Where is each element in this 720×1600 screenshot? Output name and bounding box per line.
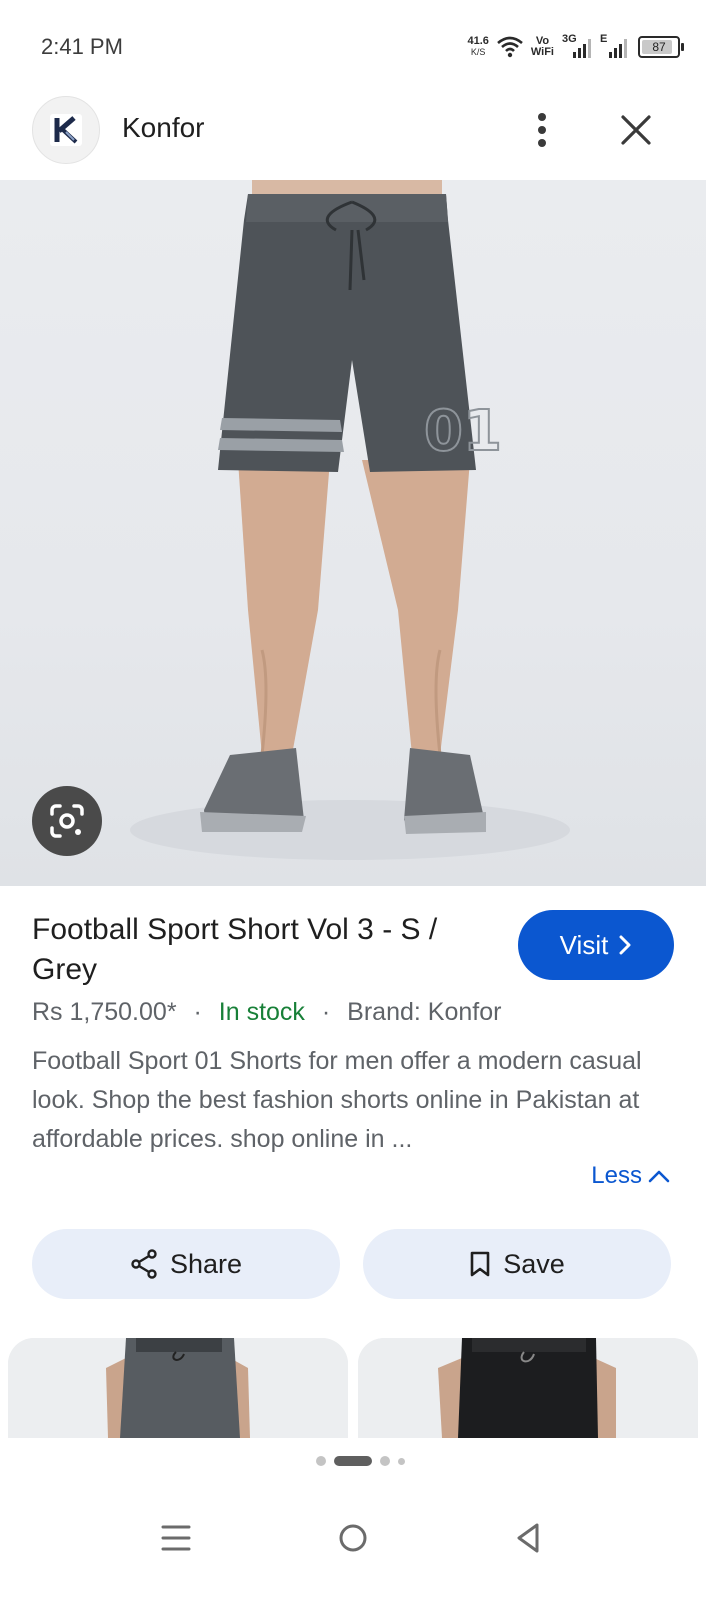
chevron-right-icon — [619, 935, 631, 955]
product-photo: 01 — [130, 180, 570, 860]
less-toggle[interactable]: Less — [591, 1162, 670, 1190]
product-title: Football Sport Short Vol 3 - S / Grey — [32, 913, 438, 986]
close-icon — [621, 115, 651, 145]
product-meta: Rs 1,750.00* · In stock · Brand: Konfor — [32, 998, 501, 1027]
chevron-up-icon — [648, 1170, 670, 1183]
back-button[interactable] — [498, 1508, 558, 1568]
visit-button[interactable]: Visit — [518, 910, 674, 980]
google-lens-button[interactable] — [32, 786, 102, 856]
related-image-black-shorts[interactable] — [358, 1338, 698, 1438]
related-image-grey-shorts[interactable] — [8, 1338, 348, 1438]
share-icon — [131, 1249, 157, 1279]
signal-bars-icon — [609, 39, 627, 58]
home-button[interactable] — [323, 1508, 383, 1568]
status-bar: 2:41 PM 41.6 K/S Vo WiFi 3G E 87 — [0, 0, 720, 92]
thumb-photo-grey — [8, 1338, 348, 1438]
visit-label: Visit — [559, 929, 609, 960]
network-speed-unit: K/S — [470, 47, 486, 57]
share-label: Share — [169, 1248, 243, 1279]
site-name[interactable]: Konfor — [122, 112, 205, 144]
page-dot-active — [333, 1456, 372, 1466]
save-button[interactable]: Save — [363, 1229, 671, 1299]
navigation-bar — [0, 1490, 720, 1600]
network-speed-value: 41.6 — [467, 35, 489, 47]
konfor-logo-icon[interactable] — [32, 96, 100, 164]
product-price: Rs 1,750.00* — [32, 998, 177, 1026]
bookmark-icon — [470, 1251, 490, 1277]
signal-bars-icon — [573, 39, 591, 58]
page-dot — [379, 1456, 390, 1466]
battery-percent: 87 — [652, 40, 666, 54]
meta-separator: · — [193, 998, 202, 1026]
status-icons: 41.6 K/S Vo WiFi 3G E 87 — [467, 30, 684, 64]
more-options-button[interactable] — [520, 106, 564, 154]
vowifi-indicator: Vo WiFi — [531, 36, 554, 58]
product-image[interactable]: 01 — [0, 180, 706, 886]
wifi-icon — [497, 36, 523, 58]
save-label: Save — [503, 1248, 565, 1279]
page-dot — [397, 1457, 405, 1465]
status-time: 2:41 PM — [41, 34, 123, 59]
back-icon — [517, 1523, 539, 1553]
product-brand: Brand: Konfor — [347, 998, 502, 1026]
more-vert-icon — [538, 113, 546, 147]
signal-type-e: E — [600, 33, 608, 45]
signal-icon: 3G — [562, 34, 592, 60]
page-indicator — [0, 1456, 720, 1466]
thumb-photo-black — [358, 1338, 698, 1438]
less-label: Less — [591, 1162, 642, 1189]
home-icon — [339, 1524, 367, 1552]
close-button[interactable] — [612, 106, 660, 154]
preview-header: Konfor — [0, 92, 720, 180]
meta-separator: · — [321, 998, 331, 1026]
battery-icon: 87 — [638, 36, 684, 58]
google-lens-icon — [50, 804, 84, 838]
stock-status: In stock — [218, 998, 305, 1026]
recent-apps-button[interactable] — [146, 1508, 206, 1568]
konfor-logo-mark — [50, 114, 82, 146]
vowifi-bottom: WiFi — [530, 46, 554, 58]
page-dot — [315, 1456, 326, 1466]
network-speed: 41.6 K/S — [467, 36, 488, 58]
jersey-number: 01 — [424, 399, 502, 464]
share-button[interactable]: Share — [32, 1229, 340, 1299]
product-description: Football Sport 01 Shorts for men offer a… — [32, 1047, 642, 1153]
recent-apps-icon — [161, 1525, 191, 1551]
signal-icon: E — [600, 34, 630, 60]
